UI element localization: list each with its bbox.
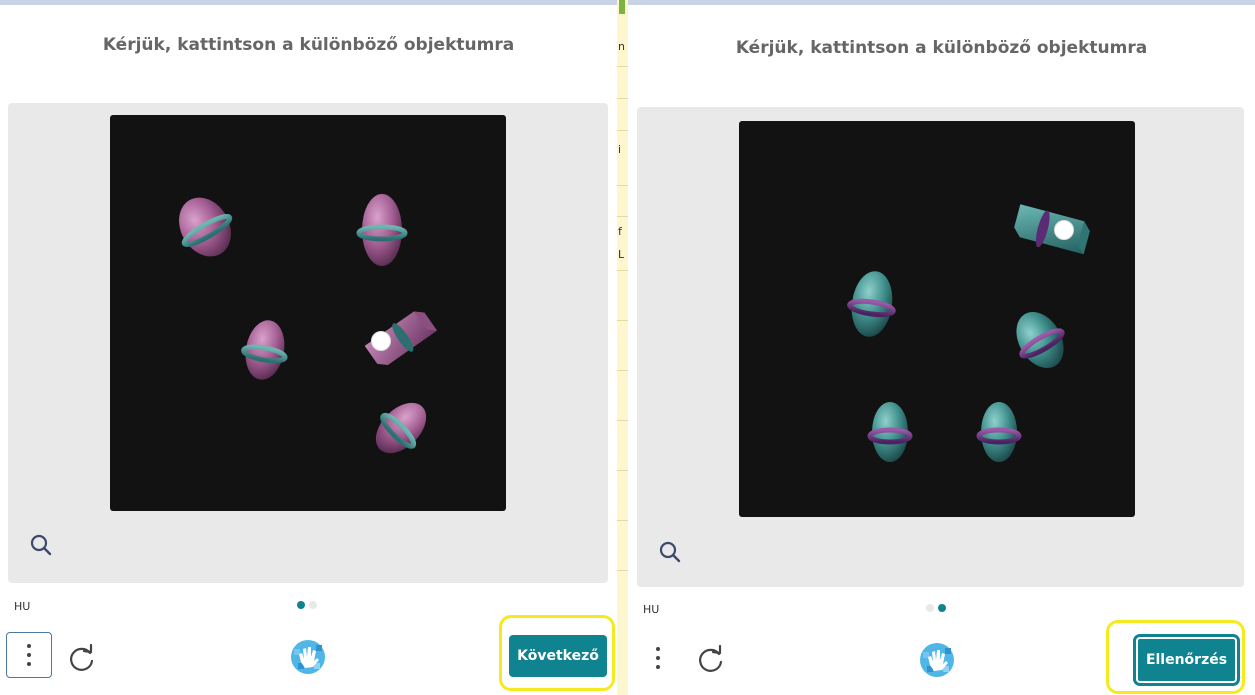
captcha-panel-right: Kérjük, kattintson a különböző objektumr… [628,5,1255,695]
menu-button[interactable] [635,635,681,681]
challenge-title: Kérjük, kattintson a különböző objektumr… [735,38,1148,58]
challenge-title: Kérjük, kattintson a különböző objektumr… [102,35,515,55]
strip-glyph: n [618,40,625,53]
page-indicator [297,601,317,609]
menu-button[interactable] [6,632,52,678]
refresh-icon[interactable] [696,644,726,675]
challenge-area [8,103,608,583]
strip-line [617,320,628,321]
page-dot-active [297,601,305,609]
challenge-area [637,107,1244,587]
strip-line [617,98,628,99]
next-button[interactable]: Következő [509,635,607,677]
vertical-dots-icon [27,644,31,648]
dot-part [27,653,31,657]
language-label[interactable]: HU [643,603,659,616]
object-box-odd[interactable] [1011,203,1092,259]
hand-logo-icon [917,640,957,680]
challenge-scene [846,203,1092,462]
click-marker [1054,220,1074,240]
strip-line [617,130,628,131]
hand-logo-icon [288,637,328,677]
strip-line [617,420,628,421]
strip-line [617,370,628,371]
magnifier-icon[interactable] [657,539,683,565]
page-dot-active [938,604,946,612]
refresh-icon[interactable] [67,643,97,674]
object-egg[interactable] [867,402,913,462]
object-egg[interactable] [356,194,408,266]
object-egg[interactable] [976,402,1022,462]
strip-glyph: i [618,143,622,156]
challenge-image[interactable] [110,115,506,511]
page-dot [309,601,317,609]
strip-line [617,216,628,217]
strip-line [617,185,628,186]
object-egg[interactable] [167,187,243,267]
dot-part [656,656,660,660]
page-indicator [926,604,946,612]
check-button[interactable]: Ellenőrzés [1136,637,1237,683]
language-label[interactable]: HU [14,600,30,613]
captcha-panel-left: Kérjük, kattintson a különböző objektumr… [0,5,617,695]
object-egg[interactable] [365,392,437,464]
strip-line [617,520,628,521]
object-egg[interactable] [239,317,291,383]
object-egg[interactable] [1005,303,1075,378]
dot-part [656,665,660,669]
background-window-strip: n i f L [617,0,628,695]
dot-part [27,662,31,666]
magnifier-icon[interactable] [28,532,54,558]
strip-line [617,270,628,271]
challenge-image[interactable] [739,121,1135,517]
strip-line [617,66,628,67]
page-dot [926,604,934,612]
challenge-scene [167,187,438,464]
strip-glyph: L [618,248,625,261]
click-marker [371,331,391,351]
background-accent [619,0,625,14]
vertical-dots-icon [656,647,660,651]
object-egg[interactable] [846,268,899,339]
strip-glyph: f [618,225,622,238]
strip-line [617,470,628,471]
strip-line [617,570,628,571]
